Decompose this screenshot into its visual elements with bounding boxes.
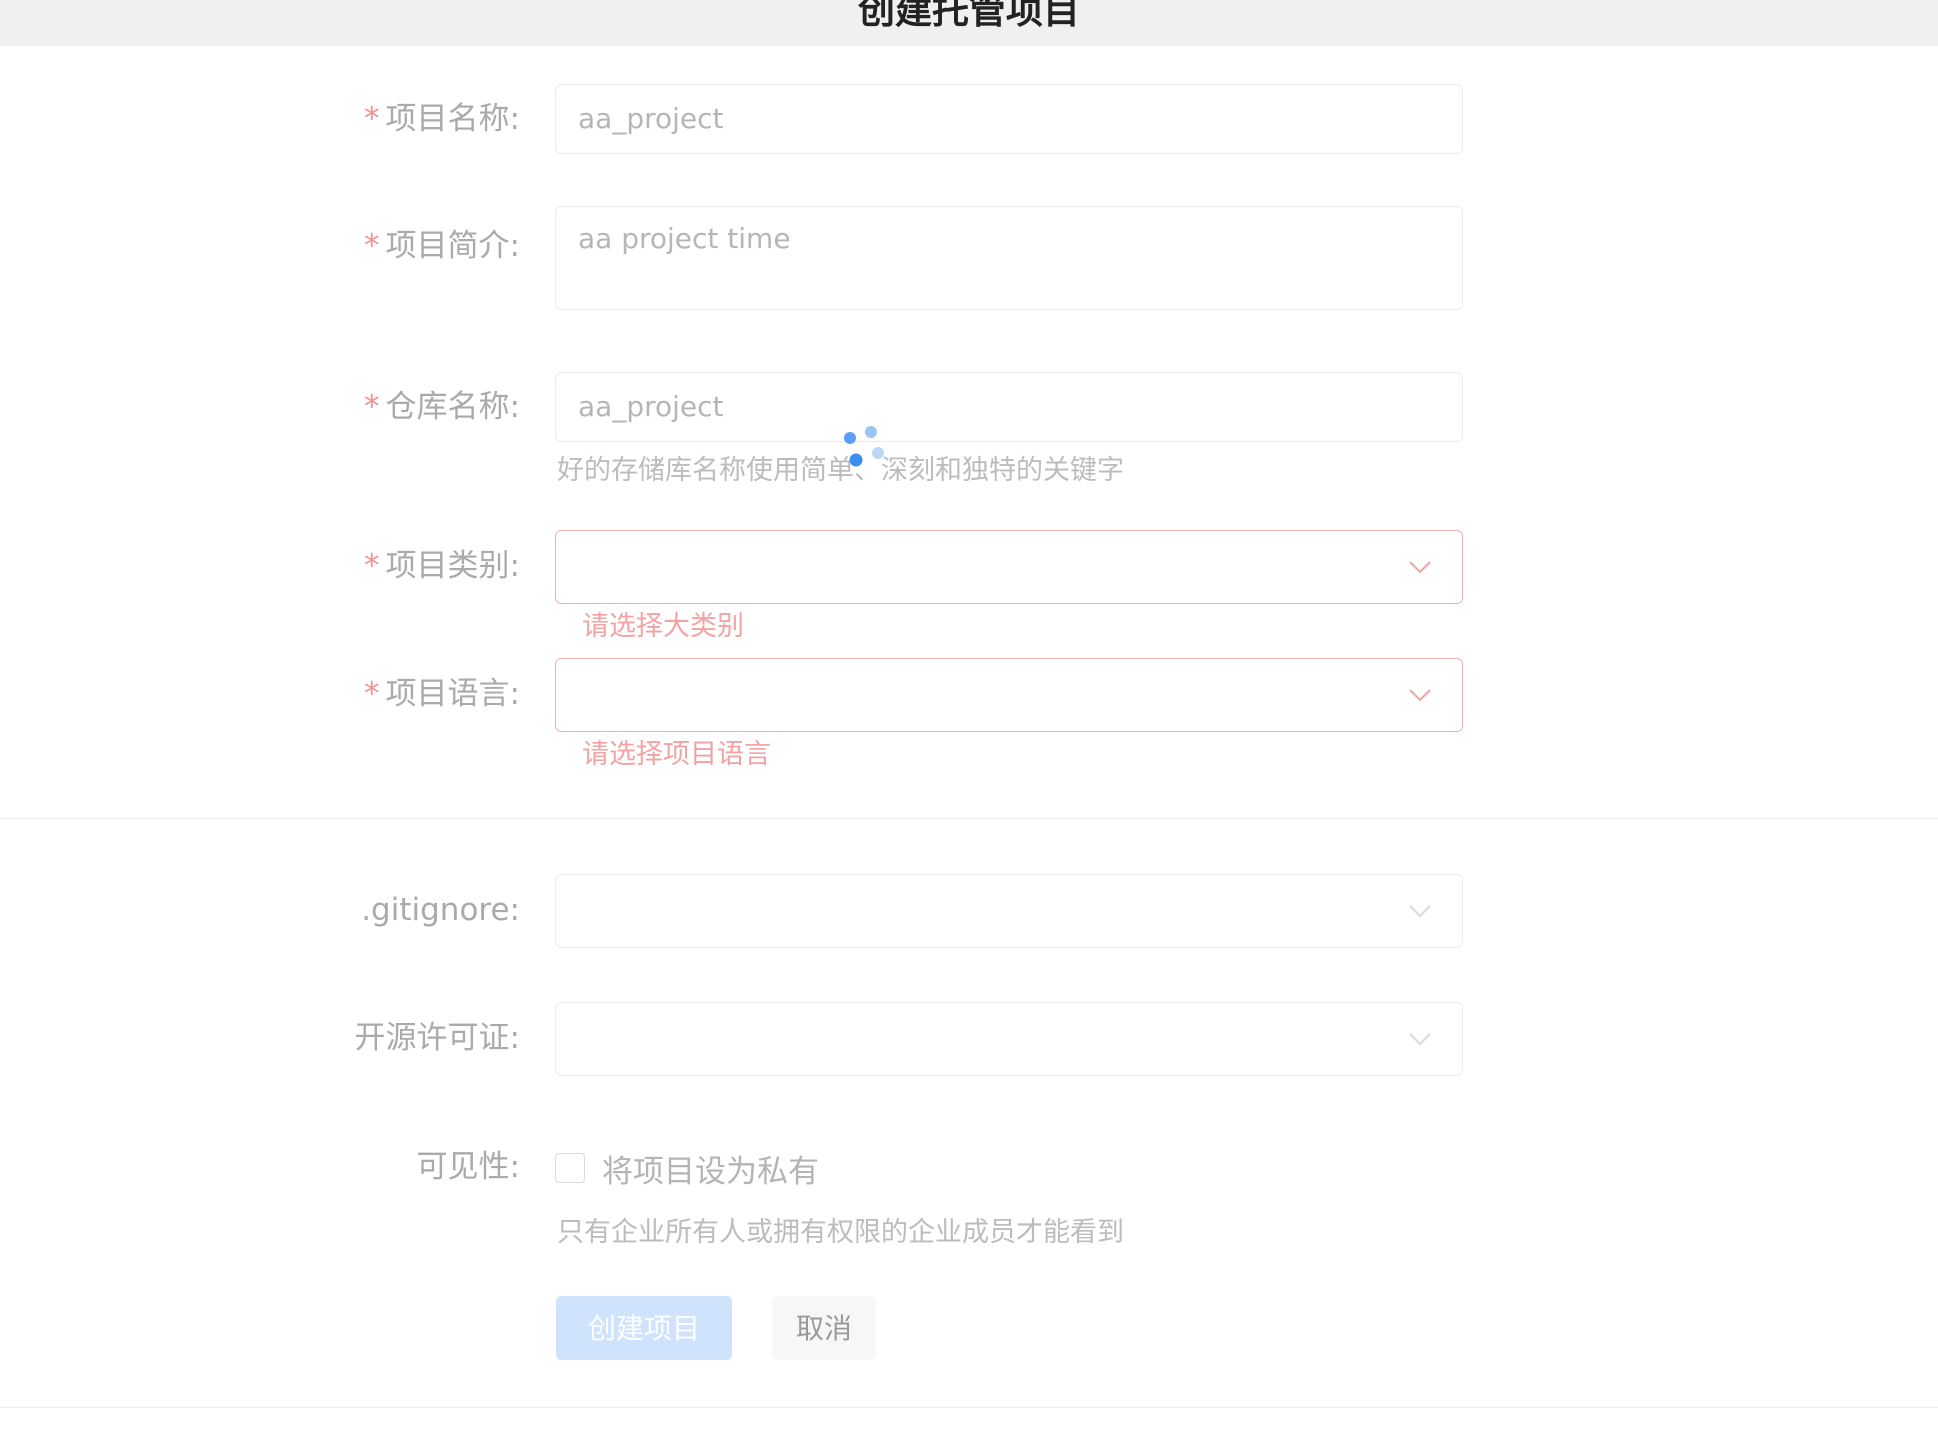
gitignore-label: .gitignore: [361,892,520,928]
header-bar: 创建托管项目 [0,0,1938,46]
section-divider [0,818,1938,819]
project-category-select[interactable] [555,530,1463,604]
repo-name-input[interactable]: aa_project [555,372,1463,442]
required-mark: * [364,676,380,712]
project-name-label: * 项目名称: [364,101,520,137]
project-category-label: * 项目类别: [364,548,520,584]
private-checkbox[interactable] [555,1153,585,1183]
chevron-down-icon [1409,905,1431,918]
chevron-down-icon [1409,689,1431,702]
project-language-select[interactable] [555,658,1463,732]
license-label: 开源许可证: [354,1020,520,1056]
required-mark: * [364,548,380,584]
repo-name-label: * 仓库名称: [364,389,520,425]
project-intro-value: aa project time [578,222,791,255]
repo-name-value: aa_project [578,390,724,423]
license-select[interactable] [555,1002,1463,1076]
chevron-down-icon [1409,561,1431,574]
required-mark: * [364,101,380,137]
loading-spinner-icon [844,426,884,467]
create-project-button[interactable]: 创建项目 [556,1296,732,1360]
chevron-down-icon [1409,1033,1431,1046]
visibility-label: 可见性: [416,1149,520,1185]
page-title: 创建托管项目 [858,0,1080,32]
project-name-input[interactable]: aa_project [555,84,1463,154]
visibility-help: 只有企业所有人或拥有权限的企业成员才能看到 [557,1217,1124,1248]
project-category-error: 请选择大类别 [582,611,744,642]
private-checkbox-label[interactable]: 将项目设为私有 [602,1146,819,1191]
project-language-label: * 项目语言: [364,676,520,712]
footer-divider [0,1407,1938,1408]
required-mark: * [364,228,380,264]
cancel-button[interactable]: 取消 [772,1296,876,1360]
project-language-error: 请选择项目语言 [582,739,771,770]
project-intro-label: * 项目简介: [364,228,520,264]
gitignore-select[interactable] [555,874,1463,948]
project-intro-textarea[interactable]: aa project time [555,206,1463,310]
project-name-value: aa_project [578,102,724,135]
required-mark: * [364,389,380,425]
